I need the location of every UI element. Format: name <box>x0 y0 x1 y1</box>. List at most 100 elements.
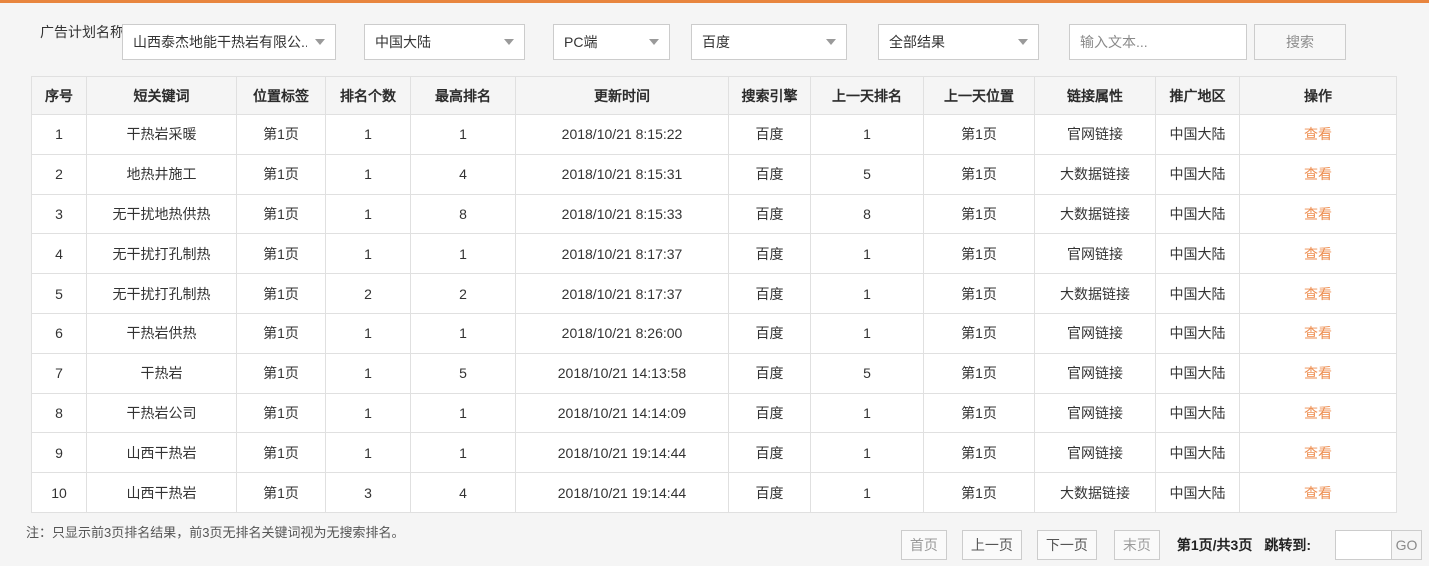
cell-index: 1 <box>31 114 87 155</box>
cell-link-type: 官网链接 <box>1034 352 1156 394</box>
cell-best-rank: 5 <box>410 352 516 394</box>
cell-keyword: 干热岩 <box>86 352 237 394</box>
cell-search-engine: 百度 <box>728 392 811 434</box>
cell-rank-count: 1 <box>325 352 411 394</box>
cell-rank-count: 1 <box>325 193 411 235</box>
search-text-input[interactable] <box>1069 24 1247 60</box>
cell-updated-time: 2018/10/21 19:14:44 <box>515 432 729 474</box>
cell-keyword: 无干扰打孔制热 <box>86 273 237 314</box>
cell-index: 4 <box>31 233 87 275</box>
cell-best-rank: 1 <box>410 392 516 434</box>
cell-rank-count: 1 <box>325 233 411 275</box>
cell-region: 中国大陆 <box>1155 472 1240 513</box>
prev-page-button[interactable]: 上一页 <box>961 530 1022 560</box>
cell-prev-position: 第1页 <box>923 114 1035 155</box>
device-select-value: PC端 <box>564 34 598 50</box>
cell-prev-rank: 5 <box>810 352 924 394</box>
chevron-down-icon <box>1018 39 1028 45</box>
cell-keyword: 无干扰地热供热 <box>86 193 237 235</box>
cell-updated-time: 2018/10/21 8:17:37 <box>515 273 729 314</box>
cell-search-engine: 百度 <box>728 233 811 275</box>
cell-search-engine: 百度 <box>728 472 811 513</box>
view-link[interactable]: 查看 <box>1304 206 1332 222</box>
pagination: 首页 上一页 下一页 末页 第1页/共3页 跳转到: GO <box>900 530 1422 560</box>
cell-prev-position: 第1页 <box>923 432 1035 474</box>
cell-action: 查看 <box>1239 312 1397 354</box>
next-page-button[interactable]: 下一页 <box>1036 530 1097 560</box>
view-link[interactable]: 查看 <box>1304 166 1332 182</box>
cell-region: 中国大陆 <box>1155 392 1240 434</box>
cell-best-rank: 4 <box>410 153 516 195</box>
table-row: 10 山西干热岩 第1页 3 4 2018/10/21 19:14:44 百度 … <box>31 472 1397 513</box>
cell-region: 中国大陆 <box>1155 233 1240 275</box>
cell-link-type: 大数据链接 <box>1034 193 1156 235</box>
cell-position-tag: 第1页 <box>236 153 326 195</box>
table-header-row: 序号 短关键词 位置标签 排名个数 最高排名 更新时间 搜索引擎 上一天排名 上一天位置 链接属性… <box>31 76 1397 115</box>
cell-updated-time: 2018/10/21 8:15:33 <box>515 193 729 235</box>
cell-position-tag: 第1页 <box>236 432 326 474</box>
region-select[interactable]: 中国大陆 <box>364 24 525 60</box>
cell-prev-rank: 1 <box>810 233 924 275</box>
cell-action: 查看 <box>1239 153 1397 195</box>
cell-link-type: 官网链接 <box>1034 432 1156 474</box>
view-link[interactable]: 查看 <box>1304 485 1332 501</box>
view-link[interactable]: 查看 <box>1304 365 1332 381</box>
cell-region: 中国大陆 <box>1155 153 1240 195</box>
device-select[interactable]: PC端 <box>553 24 670 60</box>
cell-prev-rank: 1 <box>810 472 924 513</box>
cell-position-tag: 第1页 <box>236 352 326 394</box>
cell-rank-count: 1 <box>325 312 411 354</box>
chevron-down-icon <box>826 39 836 45</box>
cell-prev-position: 第1页 <box>923 233 1035 275</box>
cell-link-type: 大数据链接 <box>1034 273 1156 314</box>
cell-action: 查看 <box>1239 193 1397 235</box>
cell-link-type: 官网链接 <box>1034 114 1156 155</box>
cell-prev-rank: 5 <box>810 153 924 195</box>
cell-keyword: 地热井施工 <box>86 153 237 195</box>
go-button[interactable]: GO <box>1391 531 1421 559</box>
cell-position-tag: 第1页 <box>236 392 326 434</box>
cell-prev-rank: 1 <box>810 312 924 354</box>
view-link[interactable]: 查看 <box>1304 445 1332 461</box>
column-header: 序号 <box>31 76 87 115</box>
jump-page-input[interactable] <box>1336 531 1391 559</box>
cell-rank-count: 1 <box>325 432 411 474</box>
cell-prev-rank: 1 <box>810 114 924 155</box>
chevron-down-icon <box>504 39 514 45</box>
view-link[interactable]: 查看 <box>1304 405 1332 421</box>
cell-keyword: 山西干热岩 <box>86 472 237 513</box>
cell-link-type: 官网链接 <box>1034 312 1156 354</box>
cell-search-engine: 百度 <box>728 114 811 155</box>
table-row: 4 无干扰打孔制热 第1页 1 1 2018/10/21 8:17:37 百度 … <box>31 233 1397 275</box>
view-link[interactable]: 查看 <box>1304 246 1332 262</box>
last-page-button[interactable]: 末页 <box>1113 530 1160 560</box>
view-link[interactable]: 查看 <box>1304 286 1332 302</box>
cell-action: 查看 <box>1239 432 1397 474</box>
cell-rank-count: 2 <box>325 273 411 314</box>
view-link[interactable]: 查看 <box>1304 325 1332 341</box>
engine-select-value: 百度 <box>702 34 730 50</box>
ad-plan-select[interactable]: 山西泰杰地能干热岩有限公... <box>122 24 336 60</box>
search-button[interactable]: 搜索 <box>1254 24 1346 60</box>
column-header: 更新时间 <box>515 76 729 115</box>
column-header: 上一天位置 <box>923 76 1035 115</box>
cell-position-tag: 第1页 <box>236 312 326 354</box>
cell-region: 中国大陆 <box>1155 114 1240 155</box>
cell-updated-time: 2018/10/21 8:15:31 <box>515 153 729 195</box>
cell-best-rank: 2 <box>410 273 516 314</box>
cell-keyword: 无干扰打孔制热 <box>86 233 237 275</box>
view-link[interactable]: 查看 <box>1304 126 1332 142</box>
cell-action: 查看 <box>1239 352 1397 394</box>
chevron-down-icon <box>649 39 659 45</box>
first-page-button[interactable]: 首页 <box>900 530 947 560</box>
cell-prev-position: 第1页 <box>923 273 1035 314</box>
engine-select[interactable]: 百度 <box>691 24 847 60</box>
cell-rank-count: 1 <box>325 392 411 434</box>
result-filter-select-value: 全部结果 <box>889 34 945 50</box>
ad-plan-select-value: 山西泰杰地能干热岩有限公... <box>133 34 307 50</box>
cell-position-tag: 第1页 <box>236 273 326 314</box>
cell-prev-rank: 1 <box>810 432 924 474</box>
result-filter-select[interactable]: 全部结果 <box>878 24 1039 60</box>
keyword-rank-table: 序号 短关键词 位置标签 排名个数 最高排名 更新时间 搜索引擎 上一天排名 上一天位置 链接属性… <box>31 76 1397 513</box>
ad-plan-label: 广告计划名称: <box>40 24 128 40</box>
